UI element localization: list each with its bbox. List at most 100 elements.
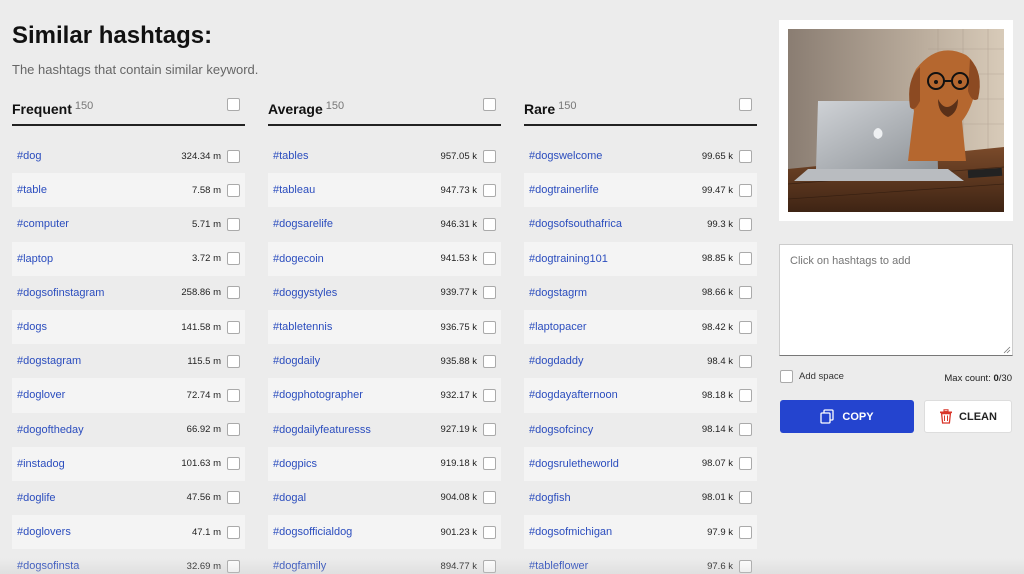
hashtag-link[interactable]: #dogsruletheworld (529, 458, 702, 470)
hashtag-checkbox[interactable] (483, 252, 496, 266)
hashtag-row[interactable]: #dogsofmichigan 97.9 k (524, 515, 757, 550)
hashtag-link[interactable]: #dog (17, 150, 181, 162)
hashtag-checkbox[interactable] (227, 252, 240, 266)
select-all-checkbox[interactable] (227, 98, 240, 111)
hashtag-link[interactable]: #tableau (273, 184, 441, 196)
hashtag-row[interactable]: #dogoftheday 66.92 m (12, 413, 245, 447)
hashtag-row[interactable]: #dogecoin 941.53 k (268, 241, 501, 276)
select-all-checkbox[interactable] (483, 98, 496, 111)
hashtag-checkbox[interactable] (483, 183, 496, 197)
hashtag-checkbox[interactable] (227, 423, 240, 437)
hashtag-link[interactable]: #dogtrainerlife (529, 184, 702, 196)
add-space-option[interactable]: Add space (780, 370, 844, 383)
copy-button[interactable]: COPY (780, 400, 914, 433)
hashtag-row[interactable]: #dogswelcome 99.65 k (524, 139, 757, 173)
hashtag-link[interactable]: #instadog (17, 458, 181, 470)
hashtag-row[interactable]: #dog 324.34 m (12, 139, 245, 173)
hashtag-link[interactable]: #dogstagram (17, 355, 187, 367)
hashtag-link[interactable]: #computer (17, 218, 192, 230)
hashtag-checkbox[interactable] (739, 457, 752, 471)
hashtag-row[interactable]: #dogsofcincy 98.14 k (524, 413, 757, 447)
hashtag-row[interactable]: #doglovers 47.1 m (12, 515, 245, 550)
hashtag-link[interactable]: #dogs (17, 321, 181, 333)
hashtag-row[interactable]: #doglife 47.56 m (12, 481, 245, 515)
hashtag-link[interactable]: #dogphotographer (273, 389, 441, 401)
hashtag-link[interactable]: #dogsofmichigan (529, 526, 707, 538)
hashtag-link[interactable]: #table (17, 184, 192, 196)
hashtag-row[interactable]: #dogsofinstagram 258.86 m (12, 276, 245, 310)
hashtag-link[interactable]: #tabletennis (273, 321, 441, 333)
hashtag-row[interactable]: #dogfamily 894.77 k (268, 549, 501, 574)
hashtag-link[interactable]: #doglife (17, 492, 187, 504)
hashtag-row[interactable]: #instadog 101.63 m (12, 446, 245, 481)
hashtag-link[interactable]: #dogsofcincy (529, 424, 702, 436)
hashtag-link[interactable]: #dogecoin (273, 253, 441, 265)
resize-grip-icon[interactable] (1003, 346, 1011, 354)
hashtag-link[interactable]: #dogsofsouthafrica (529, 218, 707, 230)
hashtag-link[interactable]: #dogstagrm (529, 287, 702, 299)
hashtag-checkbox[interactable] (739, 525, 752, 539)
hashtag-row[interactable]: #tableflower 97.6 k (524, 549, 757, 574)
hashtag-row[interactable]: #tableau 947.73 k (268, 173, 501, 208)
hashtag-checkbox[interactable] (483, 286, 496, 300)
hashtag-checkbox[interactable] (739, 183, 752, 197)
hashtag-link[interactable]: #dogsofinstagram (17, 287, 181, 299)
clean-button[interactable]: CLEAN (924, 400, 1012, 433)
add-space-checkbox[interactable] (780, 370, 793, 383)
hashtag-checkbox[interactable] (227, 559, 240, 573)
selected-hashtags-textarea[interactable] (779, 244, 1013, 356)
hashtag-row[interactable]: #dogsarelife 946.31 k (268, 207, 501, 241)
hashtag-link[interactable]: #dogoftheday (17, 424, 187, 436)
hashtag-row[interactable]: #dogfish 98.01 k (524, 481, 757, 515)
hashtag-checkbox[interactable] (739, 149, 752, 163)
hashtag-checkbox[interactable] (483, 320, 496, 334)
hashtag-row[interactable]: #dogdayafternoon 98.18 k (524, 378, 757, 413)
hashtag-checkbox[interactable] (483, 559, 496, 573)
hashtag-link[interactable]: #dogdaddy (529, 355, 707, 367)
hashtag-checkbox[interactable] (739, 559, 752, 573)
hashtag-row[interactable]: #computer 5.71 m (12, 207, 245, 241)
hashtag-link[interactable]: #dogsarelife (273, 218, 441, 230)
hashtag-checkbox[interactable] (227, 320, 240, 334)
hashtag-link[interactable]: #dogdayafternoon (529, 389, 702, 401)
hashtag-row[interactable]: #dogsofsouthafrica 99.3 k (524, 207, 757, 241)
hashtag-row[interactable]: #laptop 3.72 m (12, 241, 245, 276)
hashtag-checkbox[interactable] (227, 183, 240, 197)
hashtag-link[interactable]: #dogtraining101 (529, 253, 702, 265)
hashtag-checkbox[interactable] (739, 217, 752, 231)
hashtag-checkbox[interactable] (739, 388, 752, 402)
hashtag-checkbox[interactable] (483, 525, 496, 539)
hashtag-row[interactable]: #laptopacer 98.42 k (524, 309, 757, 345)
hashtag-checkbox[interactable] (227, 491, 240, 505)
hashtag-checkbox[interactable] (739, 491, 752, 505)
hashtag-checkbox[interactable] (227, 525, 240, 539)
hashtag-link[interactable]: #dogsofinsta (17, 560, 187, 572)
hashtag-row[interactable]: #dogdaddy 98.4 k (524, 344, 757, 378)
select-all-checkbox[interactable] (739, 98, 752, 111)
hashtag-checkbox[interactable] (739, 286, 752, 300)
hashtag-link[interactable]: #laptop (17, 253, 192, 265)
hashtag-checkbox[interactable] (483, 457, 496, 471)
hashtag-row[interactable]: #dogsofinsta 32.69 m (12, 549, 245, 574)
hashtag-link[interactable]: #dogfamily (273, 560, 441, 572)
hashtag-checkbox[interactable] (739, 252, 752, 266)
hashtag-row[interactable]: #dogstagrm 98.66 k (524, 276, 757, 310)
hashtag-checkbox[interactable] (483, 423, 496, 437)
hashtag-checkbox[interactable] (227, 354, 240, 368)
hashtag-checkbox[interactable] (739, 423, 752, 437)
hashtag-row[interactable]: #table 7.58 m (12, 173, 245, 208)
hashtag-row[interactable]: #dogtraining101 98.85 k (524, 241, 757, 276)
hashtag-link[interactable]: #doglover (17, 389, 187, 401)
hashtag-checkbox[interactable] (483, 388, 496, 402)
hashtag-checkbox[interactable] (483, 217, 496, 231)
hashtag-row[interactable]: #dogs 141.58 m (12, 309, 245, 345)
hashtag-link[interactable]: #tableflower (529, 560, 707, 572)
hashtag-link[interactable]: #doglovers (17, 526, 192, 538)
hashtag-row[interactable]: #dogsruletheworld 98.07 k (524, 446, 757, 481)
hashtag-row[interactable]: #doggystyles 939.77 k (268, 276, 501, 310)
hashtag-link[interactable]: #dogfish (529, 492, 702, 504)
hashtag-link[interactable]: #dogswelcome (529, 150, 702, 162)
hashtag-row[interactable]: #dogdaily 935.88 k (268, 344, 501, 378)
hashtag-checkbox[interactable] (739, 320, 752, 334)
hashtag-link[interactable]: #doggystyles (273, 287, 441, 299)
